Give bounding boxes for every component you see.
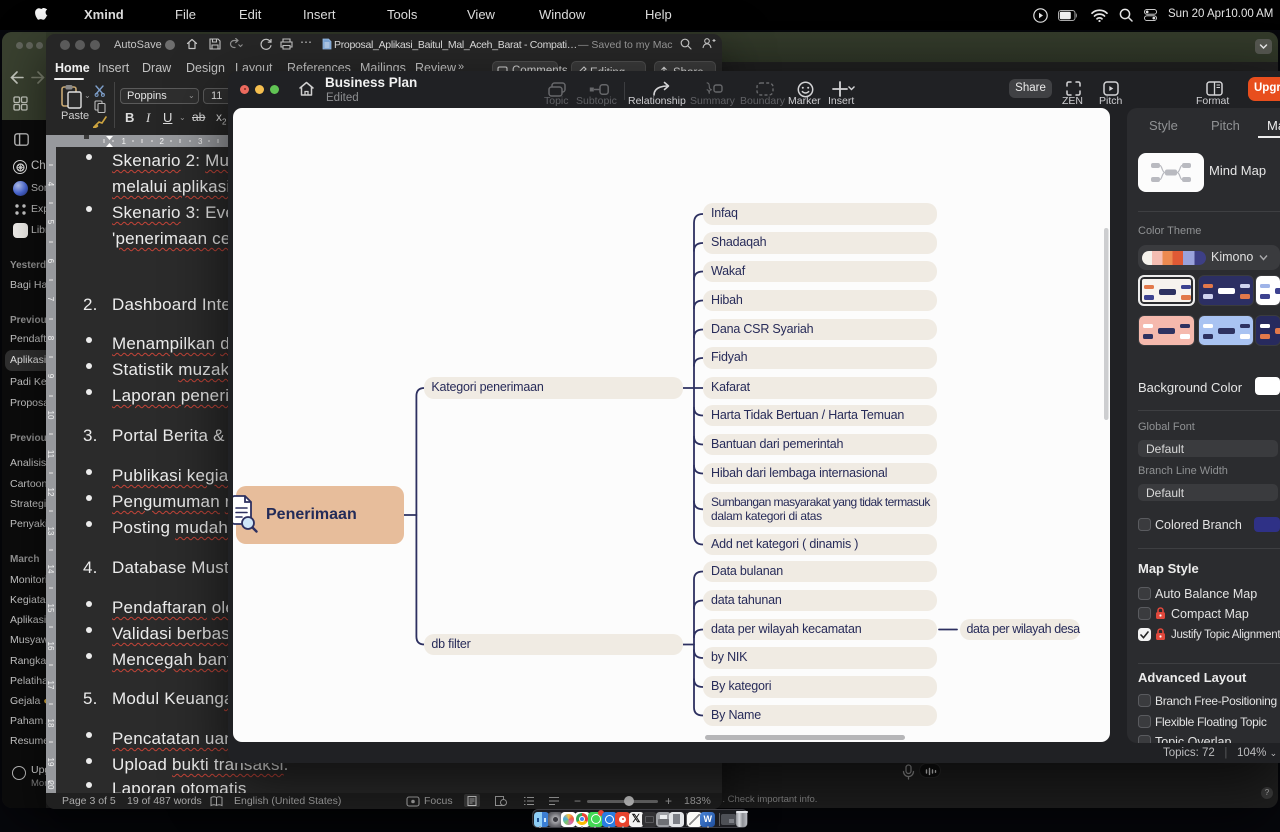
svg-text:11: 11 xyxy=(46,450,55,459)
svg-text:19: 19 xyxy=(46,758,55,767)
svg-text:7: 7 xyxy=(46,297,55,302)
svg-text:4: 4 xyxy=(46,182,55,187)
svg-text:2: 2 xyxy=(160,137,165,146)
svg-text:15: 15 xyxy=(46,604,55,613)
svg-text:17: 17 xyxy=(46,681,55,690)
svg-text:10: 10 xyxy=(46,411,55,420)
svg-text:20: 20 xyxy=(46,781,55,790)
svg-text:18: 18 xyxy=(46,719,55,728)
svg-text:16: 16 xyxy=(46,642,55,651)
svg-text:13: 13 xyxy=(46,527,55,536)
svg-text:14: 14 xyxy=(46,565,55,574)
svg-text:8: 8 xyxy=(46,336,55,341)
svg-text:5: 5 xyxy=(46,220,55,225)
svg-text:9: 9 xyxy=(46,374,55,379)
svg-text:1: 1 xyxy=(122,137,127,146)
svg-text:3: 3 xyxy=(198,137,203,146)
svg-text:6: 6 xyxy=(46,259,55,264)
svg-text:12: 12 xyxy=(46,488,55,497)
